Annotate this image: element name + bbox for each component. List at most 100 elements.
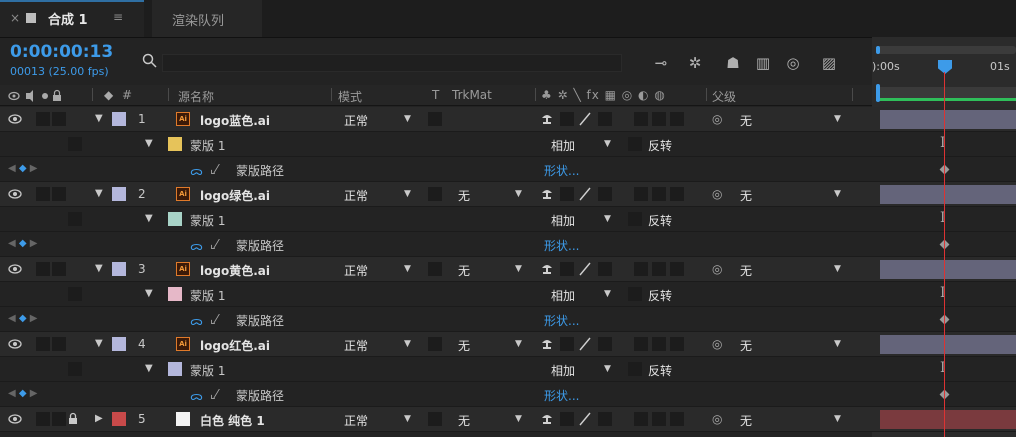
- layer-switch-1[interactable]: [634, 262, 648, 276]
- mask-solo-switch[interactable]: [68, 362, 82, 376]
- collapse-arrow-icon[interactable]: ▼: [145, 288, 153, 299]
- time-navigator-start-handle[interactable]: [876, 46, 880, 54]
- effect-switch[interactable]: [598, 337, 612, 351]
- mask-invert-checkbox[interactable]: [628, 362, 642, 376]
- collapse-arrow-icon[interactable]: ▼: [145, 363, 153, 374]
- column-mode[interactable]: 模式: [338, 88, 362, 105]
- parent-dropdown-icon[interactable]: ▼: [834, 264, 841, 274]
- mask-row[interactable]: ▼ 蒙版 1 相加 ▼ 反转 I: [0, 282, 1016, 307]
- layer-switch-3[interactable]: [670, 187, 684, 201]
- expand-arrow-icon[interactable]: ▶: [95, 413, 103, 424]
- blend-mode-dropdown-icon[interactable]: ▼: [404, 189, 411, 199]
- current-time-indicator-line[interactable]: [944, 72, 945, 437]
- parent-pickwhip-icon[interactable]: ◎: [712, 112, 722, 126]
- mask-path-row[interactable]: ◀ ◆ ▶ ᯅ ⌞⁄ 蒙版路径 形状...: [0, 157, 1016, 182]
- quality-switch-icon[interactable]: [578, 337, 592, 351]
- collapse-arrow-icon[interactable]: ▼: [145, 213, 153, 224]
- layer-row[interactable]: ▼ 4 Ai logo红色.ai 正常 ▼ 无 ▼ ◎ 无 ▼: [0, 332, 1016, 357]
- eye-icon[interactable]: [8, 337, 22, 351]
- quality-switch-icon[interactable]: [578, 262, 592, 276]
- mask-solo-switch[interactable]: [68, 287, 82, 301]
- preserve-transparency-switch[interactable]: [428, 112, 442, 126]
- mask-row[interactable]: ▼ 蒙版 1 相加 ▼ 反转 I: [0, 207, 1016, 232]
- layer-switch-3[interactable]: [670, 412, 684, 426]
- layer-duration-bar[interactable]: [880, 110, 1016, 129]
- solo-switch[interactable]: [36, 337, 50, 351]
- mask-path-row[interactable]: ◀ ◆ ▶ ᯅ ⌞⁄ 蒙版路径 形状...: [0, 232, 1016, 257]
- blend-mode-value[interactable]: 正常: [344, 337, 368, 354]
- layer-label-color[interactable]: [112, 187, 126, 201]
- collapse-switch[interactable]: [560, 412, 574, 426]
- stopwatch-icon[interactable]: ᯅ: [190, 312, 203, 329]
- effect-switch[interactable]: [598, 262, 612, 276]
- parent-pickwhip-icon[interactable]: ◎: [712, 262, 722, 276]
- layer-duration-bar[interactable]: [880, 260, 1016, 279]
- layer-label-color[interactable]: [112, 112, 126, 126]
- keyframe-navigator[interactable]: ◀ ◆ ▶: [8, 388, 37, 399]
- audio-switch[interactable]: [52, 337, 66, 351]
- quality-switch-icon[interactable]: [578, 412, 592, 426]
- parent-dropdown-icon[interactable]: ▼: [834, 414, 841, 424]
- search-icon[interactable]: [142, 53, 158, 69]
- keyframe-navigator[interactable]: ◀ ◆ ▶: [8, 313, 37, 324]
- trkmat-value[interactable]: 无: [458, 412, 470, 429]
- mask-shape-link[interactable]: 形状...: [544, 237, 579, 254]
- stopwatch-icon[interactable]: ᯅ: [190, 387, 203, 404]
- preserve-transparency-switch[interactable]: [428, 412, 442, 426]
- panel-menu-icon[interactable]: ≡: [113, 10, 123, 24]
- effect-switch[interactable]: [598, 412, 612, 426]
- composition-mini-flowchart-icon[interactable]: ⊸: [650, 52, 672, 74]
- mask-solo-switch[interactable]: [68, 212, 82, 226]
- mask-mode-value[interactable]: 相加: [551, 287, 575, 304]
- audio-switch[interactable]: [52, 262, 66, 276]
- layer-switch-1[interactable]: [634, 337, 648, 351]
- layer-row[interactable]: ▼ 2 Ai logo绿色.ai 正常 ▼ 无 ▼ ◎ 无 ▼: [0, 182, 1016, 207]
- trkmat-dropdown-icon[interactable]: ▼: [515, 339, 522, 349]
- motion-blur-icon[interactable]: ◎: [782, 52, 804, 74]
- audio-switch[interactable]: [52, 112, 66, 126]
- tab-composition-label[interactable]: 合成 1: [48, 9, 88, 28]
- blend-mode-dropdown-icon[interactable]: ▼: [404, 414, 411, 424]
- mask-row[interactable]: ▼ 蒙版 1 相加 ▼ 反转 I: [0, 357, 1016, 382]
- eye-icon[interactable]: [8, 187, 22, 201]
- mask-mode-value[interactable]: 相加: [551, 212, 575, 229]
- mask-path-row[interactable]: ◀ ◆ ▶ ᯅ ⌞⁄ 蒙版路径 形状...: [0, 307, 1016, 332]
- layer-switch-1[interactable]: [634, 187, 648, 201]
- solid-layer-duration-bar[interactable]: [880, 410, 1016, 429]
- current-timecode[interactable]: 0:00:00:13: [10, 42, 113, 62]
- mask-color[interactable]: [168, 137, 182, 151]
- graph-icon[interactable]: ⌞⁄: [210, 162, 218, 176]
- trkmat-value[interactable]: 无: [458, 337, 470, 354]
- parent-pickwhip-icon[interactable]: ◎: [712, 187, 722, 201]
- mask-shape-link[interactable]: 形状...: [544, 312, 579, 329]
- trkmat-dropdown-icon[interactable]: ▼: [515, 264, 522, 274]
- mask-mode-dropdown-icon[interactable]: ▼: [604, 214, 611, 224]
- blend-mode-value[interactable]: 正常: [344, 112, 368, 129]
- mask-mode-dropdown-icon[interactable]: ▼: [604, 139, 611, 149]
- mask-name[interactable]: 蒙版 1: [190, 212, 225, 229]
- layer-switch-2[interactable]: [652, 187, 666, 201]
- mask-invert-checkbox[interactable]: [628, 137, 642, 151]
- parent-dropdown-icon[interactable]: ▼: [834, 114, 841, 124]
- shy-switch-icon[interactable]: [540, 412, 554, 426]
- draft-3d-icon[interactable]: ✲: [684, 52, 706, 74]
- close-icon[interactable]: ×: [10, 11, 20, 25]
- solo-switch[interactable]: [36, 112, 50, 126]
- effect-switch[interactable]: [598, 112, 612, 126]
- collapse-arrow-icon[interactable]: ▼: [95, 263, 103, 274]
- mask-invert-checkbox[interactable]: [628, 212, 642, 226]
- layer-duration-bar[interactable]: [880, 335, 1016, 354]
- audio-switch[interactable]: [52, 187, 66, 201]
- parent-dropdown-icon[interactable]: ▼: [834, 339, 841, 349]
- graph-icon[interactable]: ⌞⁄: [210, 387, 218, 401]
- stopwatch-icon[interactable]: ᯅ: [190, 162, 203, 179]
- mask-color[interactable]: [168, 287, 182, 301]
- layer-duration-bar[interactable]: [880, 185, 1016, 204]
- parent-value[interactable]: 无: [740, 412, 752, 429]
- shy-switch-icon[interactable]: [540, 187, 554, 201]
- work-area-start-handle[interactable]: [876, 84, 880, 102]
- blend-mode-dropdown-icon[interactable]: ▼: [404, 264, 411, 274]
- parent-value[interactable]: 无: [740, 112, 752, 129]
- layer-switch-3[interactable]: [670, 337, 684, 351]
- collapse-arrow-icon[interactable]: ▼: [95, 338, 103, 349]
